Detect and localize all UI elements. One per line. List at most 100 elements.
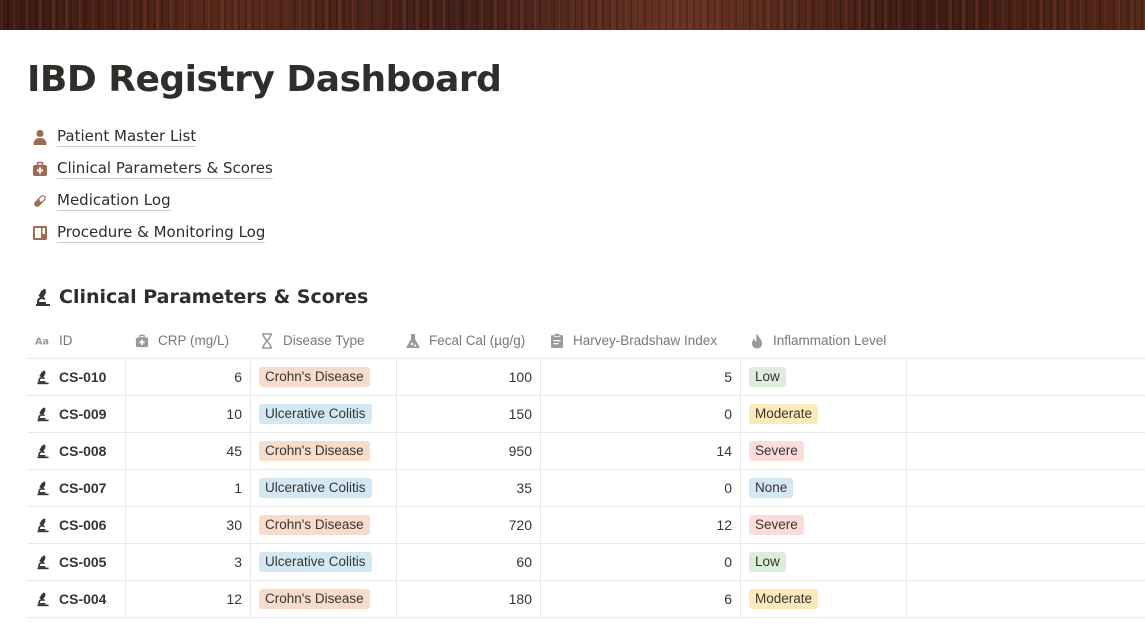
cell-inflammation[interactable]: Severe: [741, 433, 907, 469]
cell-crp[interactable]: 3: [126, 544, 251, 580]
cell-fecal-cal[interactable]: 150: [397, 396, 541, 432]
cell-inflammation[interactable]: Moderate: [741, 396, 907, 432]
cell-disease-type[interactable]: Ulcerative Colitis: [251, 544, 397, 580]
cell-inflammation[interactable]: Low: [741, 544, 907, 580]
microscope-icon: [35, 554, 51, 570]
table-row[interactable]: CS-007 1 Ulcerative Colitis 35 0 None: [27, 470, 1145, 507]
cell-id[interactable]: CS-006: [27, 507, 126, 543]
cell-disease-type[interactable]: Crohn's Disease: [251, 359, 397, 395]
table-row[interactable]: CS-004 12 Crohn's Disease 180 6 Moderate: [27, 581, 1145, 618]
disease-tag: Ulcerative Colitis: [259, 404, 372, 424]
cell-fecal-cal[interactable]: 720: [397, 507, 541, 543]
link-label: Patient Master List: [57, 127, 197, 147]
cell-id[interactable]: CS-004: [27, 581, 126, 617]
fecal-value: 100: [508, 369, 532, 385]
inflammation-tag: Moderate: [749, 589, 819, 609]
microscope-icon: [35, 480, 51, 496]
cell-crp[interactable]: 45: [126, 433, 251, 469]
link-procedure-monitoring-log[interactable]: Procedure & Monitoring Log: [30, 217, 273, 249]
table-row[interactable]: CS-008 45 Crohn's Disease 950 14 Severe: [27, 433, 1145, 470]
inflammation-tag: Low: [749, 367, 786, 387]
cell-id[interactable]: CS-005: [27, 544, 126, 580]
link-clinical-parameters[interactable]: Clinical Parameters & Scores: [30, 153, 273, 185]
dna-icon: [259, 332, 275, 349]
column-header-fecal-cal[interactable]: Fecal Cal (µg/g): [397, 323, 541, 358]
hbi-value: 6: [724, 591, 732, 607]
disease-tag: Crohn's Disease: [259, 367, 370, 387]
clinical-table: Aa ID CRP (mg/L) Disease Type Fecal Cal …: [27, 323, 1145, 618]
cell-id[interactable]: CS-009: [27, 396, 126, 432]
cell-id[interactable]: CS-010: [27, 359, 126, 395]
cell-inflammation[interactable]: None: [741, 470, 907, 506]
cell-hbi[interactable]: 0: [541, 544, 741, 580]
cell-empty: [907, 507, 1145, 543]
fecal-value: 720: [508, 517, 532, 533]
cell-crp[interactable]: 30: [126, 507, 251, 543]
table-row[interactable]: CS-006 30 Crohn's Disease 720 12 Severe: [27, 507, 1145, 544]
cell-crp[interactable]: 1: [126, 470, 251, 506]
cell-inflammation[interactable]: Severe: [741, 507, 907, 543]
column-header-harvey-bradshaw[interactable]: Harvey-Bradshaw Index: [541, 323, 741, 358]
table-row[interactable]: CS-005 3 Ulcerative Colitis 60 0 Low: [27, 544, 1145, 581]
inflammation-tag: Severe: [749, 441, 804, 461]
cell-fecal-cal[interactable]: 60: [397, 544, 541, 580]
hbi-value: 0: [724, 406, 732, 422]
cell-fecal-cal[interactable]: 950: [397, 433, 541, 469]
cell-fecal-cal[interactable]: 100: [397, 359, 541, 395]
cell-disease-type[interactable]: Crohn's Disease: [251, 581, 397, 617]
column-header-disease-type[interactable]: Disease Type: [251, 323, 397, 358]
database-title[interactable]: Clinical Parameters & Scores: [33, 286, 368, 308]
cell-crp[interactable]: 10: [126, 396, 251, 432]
link-patient-master-list[interactable]: Patient Master List: [30, 121, 273, 153]
column-label: CRP (mg/L): [158, 333, 230, 348]
cell-hbi[interactable]: 5: [541, 359, 741, 395]
cell-hbi[interactable]: 14: [541, 433, 741, 469]
row-id: CS-007: [59, 480, 107, 496]
cell-disease-type[interactable]: Ulcerative Colitis: [251, 396, 397, 432]
cell-hbi[interactable]: 0: [541, 470, 741, 506]
cell-disease-type[interactable]: Crohn's Disease: [251, 433, 397, 469]
cell-empty: [907, 433, 1145, 469]
disease-tag: Crohn's Disease: [259, 589, 370, 609]
row-id: CS-006: [59, 517, 107, 533]
cell-inflammation[interactable]: Low: [741, 359, 907, 395]
cell-disease-type[interactable]: Ulcerative Colitis: [251, 470, 397, 506]
person-icon: [30, 127, 50, 147]
svg-text:Aa: Aa: [35, 336, 49, 347]
cell-fecal-cal[interactable]: 35: [397, 470, 541, 506]
table-body: CS-010 6 Crohn's Disease 100 5 Low CS-009 10 Ulc…: [27, 359, 1145, 618]
column-header-inflammation[interactable]: Inflammation Level: [741, 323, 907, 358]
column-header-id[interactable]: Aa ID: [27, 323, 126, 358]
database-title-text: Clinical Parameters & Scores: [59, 286, 369, 308]
hbi-value: 0: [724, 480, 732, 496]
disease-tag: Ulcerative Colitis: [259, 478, 372, 498]
column-label: Harvey-Bradshaw Index: [573, 333, 718, 348]
cell-crp[interactable]: 12: [126, 581, 251, 617]
link-medication-log[interactable]: Medication Log: [30, 185, 273, 217]
page-links: Patient Master List Clinical Parameters …: [30, 121, 273, 249]
fecal-value: 950: [508, 443, 532, 459]
cell-hbi[interactable]: 6: [541, 581, 741, 617]
page-title: IBD Registry Dashboard: [27, 59, 502, 100]
table-row[interactable]: CS-010 6 Crohn's Disease 100 5 Low: [27, 359, 1145, 396]
cell-inflammation[interactable]: Moderate: [741, 581, 907, 617]
cell-crp[interactable]: 6: [126, 359, 251, 395]
page-cover-image: [0, 0, 1145, 30]
table-row[interactable]: CS-009 10 Ulcerative Colitis 150 0 Moderate: [27, 396, 1145, 433]
hbi-value: 5: [724, 369, 732, 385]
cell-fecal-cal[interactable]: 180: [397, 581, 541, 617]
cell-empty: [907, 470, 1145, 506]
column-label: Disease Type: [283, 333, 365, 348]
table-header: Aa ID CRP (mg/L) Disease Type Fecal Cal …: [27, 323, 1145, 359]
clipboard-icon: [549, 332, 565, 349]
cell-hbi[interactable]: 0: [541, 396, 741, 432]
column-header-crp[interactable]: CRP (mg/L): [126, 323, 251, 358]
cell-id[interactable]: CS-008: [27, 433, 126, 469]
cell-disease-type[interactable]: Crohn's Disease: [251, 507, 397, 543]
crp-value: 3: [234, 554, 242, 570]
column-label: Fecal Cal (µg/g): [429, 333, 526, 348]
link-label: Medication Log: [57, 191, 171, 211]
microscope-icon: [33, 286, 53, 308]
cell-hbi[interactable]: 12: [541, 507, 741, 543]
cell-id[interactable]: CS-007: [27, 470, 126, 506]
